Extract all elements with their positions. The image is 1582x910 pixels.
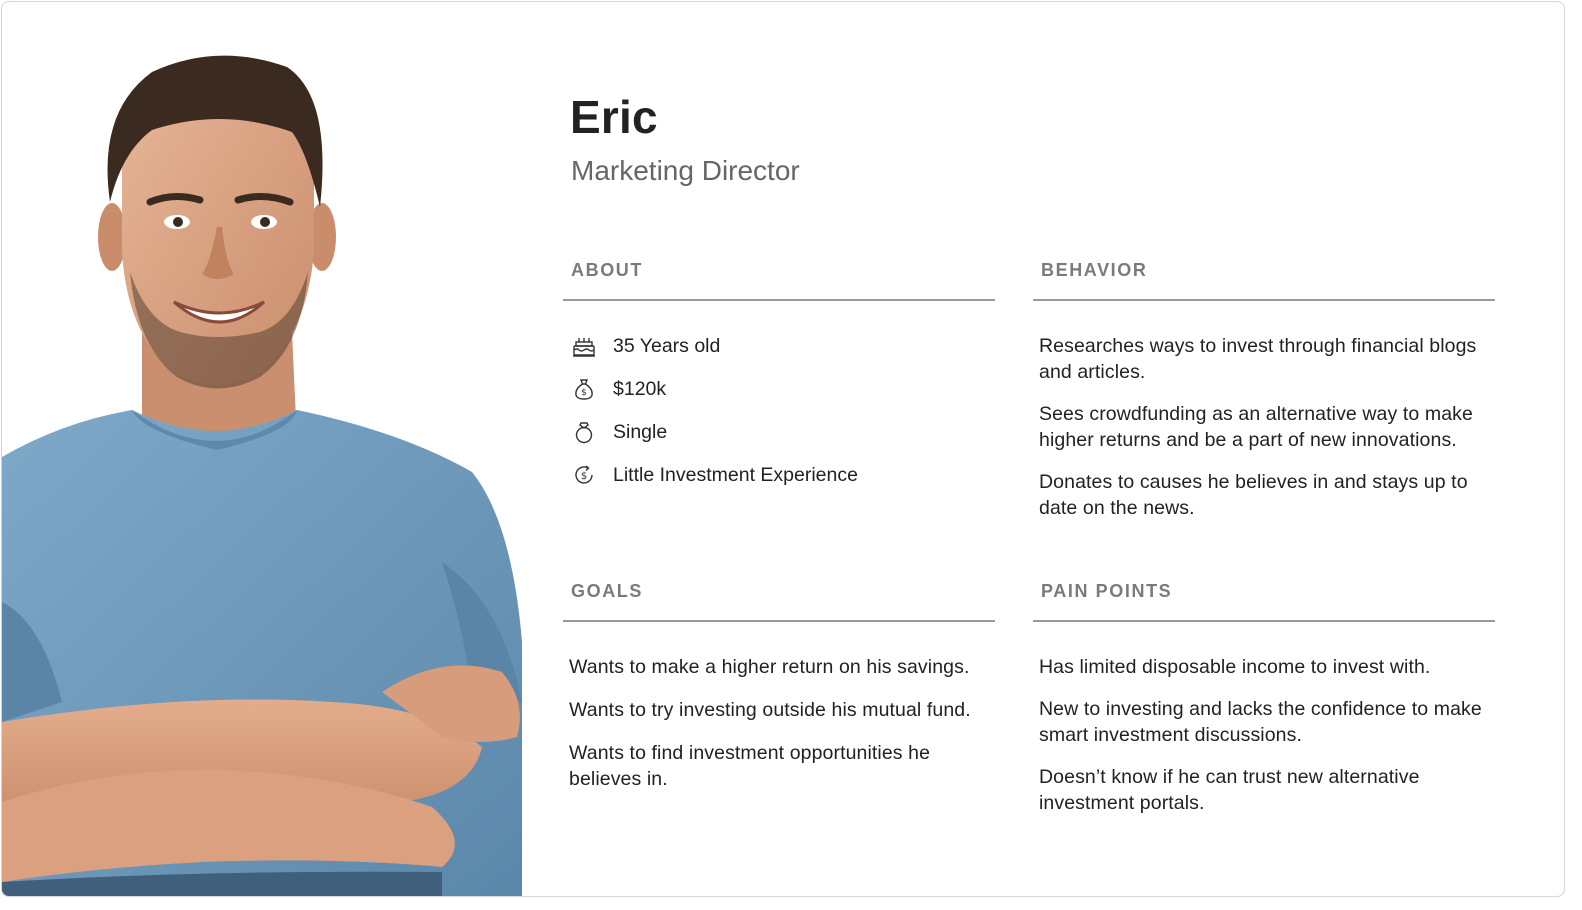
money-bag-icon: $ <box>571 376 597 402</box>
about-item-label: 35 Years old <box>613 334 721 357</box>
pain-points-title: PAIN POINTS <box>1041 581 1173 601</box>
behavior-item: Researches ways to invest through financ… <box>1039 335 1477 383</box>
goals-list: Wants to make a higher return on his sav… <box>569 654 995 792</box>
about-item-status: Single <box>571 417 995 447</box>
persona-photo <box>2 2 532 896</box>
svg-text:$: $ <box>581 388 587 398</box>
about-item-label: Single <box>613 420 668 443</box>
pain-point-item: New to investing and lacks the confidenc… <box>1039 698 1482 746</box>
birthday-cake-icon <box>571 333 597 359</box>
investment-cycle-icon: $ <box>571 462 597 488</box>
about-divider <box>563 299 995 301</box>
about-item-age: 35 Years old <box>571 331 995 361</box>
goals-item: Wants to find investment opportunities h… <box>569 742 931 790</box>
goals-section: GOALS Wants to make a higher return on h… <box>563 578 995 809</box>
pain-point-item: Doesn’t know if he can trust new alterna… <box>1039 766 1420 814</box>
persona-card: Eric Marketing Director ABOUT 35 Years o… <box>1 1 1565 897</box>
behavior-section: BEHAVIOR Researches ways to invest throu… <box>1033 257 1495 537</box>
pain-points-list: Has limited disposable income to invest … <box>1039 654 1495 816</box>
pain-points-divider <box>1033 620 1495 622</box>
about-item-label: $120k <box>613 377 667 400</box>
pain-point-item: Has limited disposable income to invest … <box>1039 656 1431 678</box>
goals-item: Wants to make a higher return on his sav… <box>569 656 970 678</box>
behavior-item: Sees crowdfunding as an alternative way … <box>1039 403 1473 451</box>
ring-icon <box>571 419 597 445</box>
about-item-income: $ $120k <box>571 374 995 404</box>
goals-divider <box>563 620 995 622</box>
behavior-list: Researches ways to invest through financ… <box>1039 333 1495 521</box>
about-item-label: Little Investment Experience <box>613 463 858 486</box>
goals-item: Wants to try investing outside his mutua… <box>569 699 971 721</box>
pain-points-section: PAIN POINTS Has limited disposable incom… <box>1033 578 1495 832</box>
goals-title: GOALS <box>571 581 644 601</box>
about-list: 35 Years old $ $120k Single $ Little Inv… <box>571 331 995 490</box>
persona-role: Marketing Director <box>571 155 800 186</box>
behavior-item: Donates to causes he believes in and sta… <box>1039 471 1468 519</box>
about-section: ABOUT 35 Years old $ $120k Single $ Litt… <box>563 257 995 503</box>
behavior-divider <box>1033 299 1495 301</box>
about-item-experience: $ Little Investment Experience <box>571 460 995 490</box>
about-title: ABOUT <box>571 260 643 280</box>
persona-name: Eric <box>570 91 658 143</box>
behavior-title: BEHAVIOR <box>1041 260 1148 280</box>
svg-text:$: $ <box>581 471 587 482</box>
